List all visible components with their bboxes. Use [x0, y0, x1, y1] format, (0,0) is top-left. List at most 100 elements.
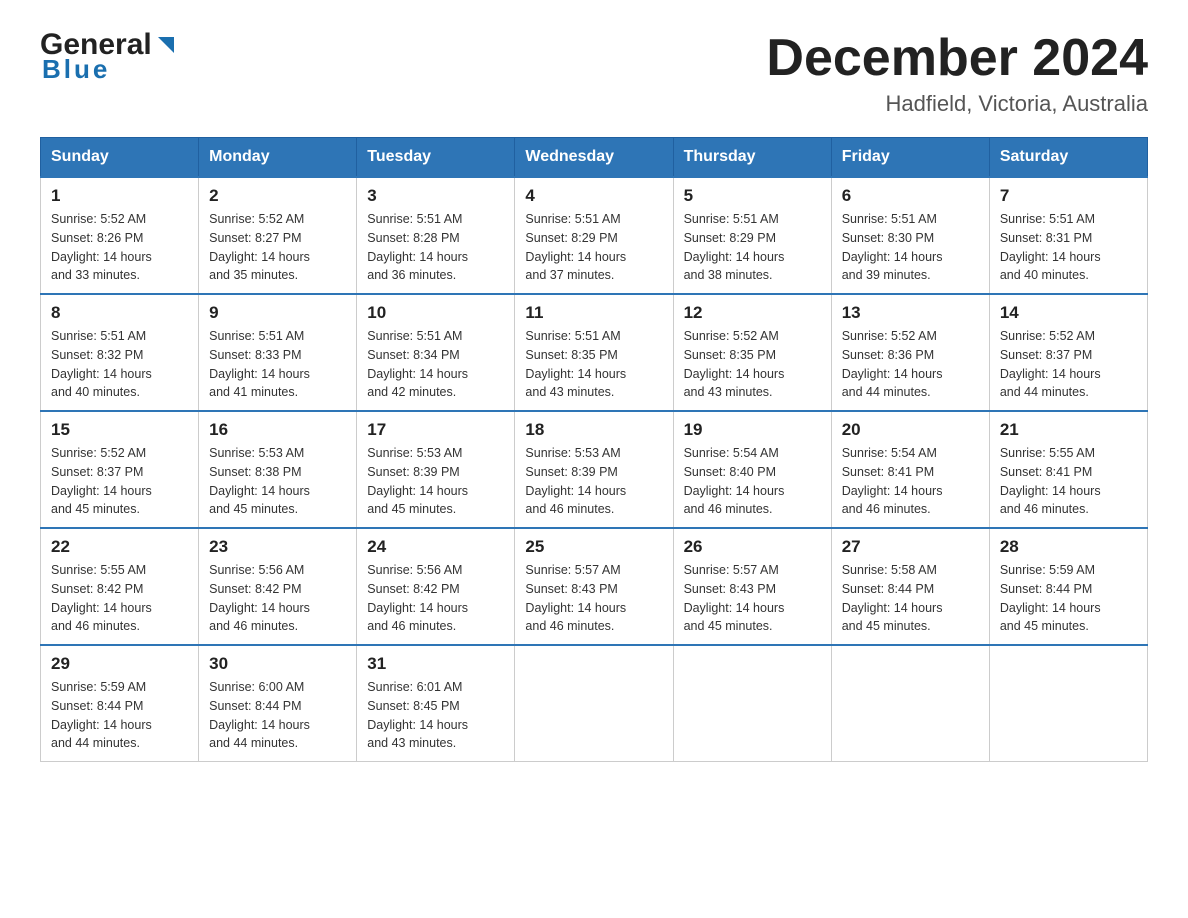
page-subtitle: Hadfield, Victoria, Australia	[766, 91, 1148, 117]
table-row	[831, 645, 989, 762]
header-sunday: Sunday	[41, 138, 199, 178]
table-row: 2 Sunrise: 5:52 AMSunset: 8:27 PMDayligh…	[199, 177, 357, 294]
day-info: Sunrise: 5:52 AMSunset: 8:37 PMDaylight:…	[51, 446, 152, 516]
day-info: Sunrise: 5:56 AMSunset: 8:42 PMDaylight:…	[209, 563, 310, 633]
logo-triangle-icon	[152, 31, 180, 59]
header-monday: Monday	[199, 138, 357, 178]
day-info: Sunrise: 6:00 AMSunset: 8:44 PMDaylight:…	[209, 680, 310, 750]
day-number: 9	[209, 303, 346, 323]
logo-blue-text: Blue	[42, 54, 110, 84]
table-row: 15 Sunrise: 5:52 AMSunset: 8:37 PMDaylig…	[41, 411, 199, 528]
day-info: Sunrise: 5:52 AMSunset: 8:37 PMDaylight:…	[1000, 329, 1101, 399]
day-number: 30	[209, 654, 346, 674]
day-info: Sunrise: 5:55 AMSunset: 8:41 PMDaylight:…	[1000, 446, 1101, 516]
day-info: Sunrise: 5:52 AMSunset: 8:36 PMDaylight:…	[842, 329, 943, 399]
header-wednesday: Wednesday	[515, 138, 673, 178]
day-info: Sunrise: 5:53 AMSunset: 8:39 PMDaylight:…	[525, 446, 626, 516]
header-friday: Friday	[831, 138, 989, 178]
table-row: 16 Sunrise: 5:53 AMSunset: 8:38 PMDaylig…	[199, 411, 357, 528]
day-number: 8	[51, 303, 188, 323]
day-info: Sunrise: 5:54 AMSunset: 8:40 PMDaylight:…	[684, 446, 785, 516]
day-info: Sunrise: 5:51 AMSunset: 8:29 PMDaylight:…	[684, 212, 785, 282]
calendar-week-row: 22 Sunrise: 5:55 AMSunset: 8:42 PMDaylig…	[41, 528, 1148, 645]
day-info: Sunrise: 5:55 AMSunset: 8:42 PMDaylight:…	[51, 563, 152, 633]
day-info: Sunrise: 5:53 AMSunset: 8:38 PMDaylight:…	[209, 446, 310, 516]
day-info: Sunrise: 5:52 AMSunset: 8:27 PMDaylight:…	[209, 212, 310, 282]
day-number: 21	[1000, 420, 1137, 440]
table-row: 21 Sunrise: 5:55 AMSunset: 8:41 PMDaylig…	[989, 411, 1147, 528]
day-number: 5	[684, 186, 821, 206]
day-info: Sunrise: 5:59 AMSunset: 8:44 PMDaylight:…	[1000, 563, 1101, 633]
header-saturday: Saturday	[989, 138, 1147, 178]
day-info: Sunrise: 5:54 AMSunset: 8:41 PMDaylight:…	[842, 446, 943, 516]
day-number: 28	[1000, 537, 1137, 557]
table-row: 9 Sunrise: 5:51 AMSunset: 8:33 PMDayligh…	[199, 294, 357, 411]
day-info: Sunrise: 6:01 AMSunset: 8:45 PMDaylight:…	[367, 680, 468, 750]
day-number: 19	[684, 420, 821, 440]
table-row: 30 Sunrise: 6:00 AMSunset: 8:44 PMDaylig…	[199, 645, 357, 762]
day-info: Sunrise: 5:51 AMSunset: 8:30 PMDaylight:…	[842, 212, 943, 282]
table-row: 18 Sunrise: 5:53 AMSunset: 8:39 PMDaylig…	[515, 411, 673, 528]
day-number: 26	[684, 537, 821, 557]
day-info: Sunrise: 5:52 AMSunset: 8:35 PMDaylight:…	[684, 329, 785, 399]
table-row: 25 Sunrise: 5:57 AMSunset: 8:43 PMDaylig…	[515, 528, 673, 645]
table-row: 5 Sunrise: 5:51 AMSunset: 8:29 PMDayligh…	[673, 177, 831, 294]
day-number: 7	[1000, 186, 1137, 206]
table-row: 4 Sunrise: 5:51 AMSunset: 8:29 PMDayligh…	[515, 177, 673, 294]
calendar-week-row: 29 Sunrise: 5:59 AMSunset: 8:44 PMDaylig…	[41, 645, 1148, 762]
table-row: 3 Sunrise: 5:51 AMSunset: 8:28 PMDayligh…	[357, 177, 515, 294]
day-number: 27	[842, 537, 979, 557]
calendar-header-row: Sunday Monday Tuesday Wednesday Thursday…	[41, 138, 1148, 178]
day-info: Sunrise: 5:57 AMSunset: 8:43 PMDaylight:…	[525, 563, 626, 633]
table-row: 26 Sunrise: 5:57 AMSunset: 8:43 PMDaylig…	[673, 528, 831, 645]
day-info: Sunrise: 5:51 AMSunset: 8:35 PMDaylight:…	[525, 329, 626, 399]
table-row: 19 Sunrise: 5:54 AMSunset: 8:40 PMDaylig…	[673, 411, 831, 528]
day-info: Sunrise: 5:51 AMSunset: 8:28 PMDaylight:…	[367, 212, 468, 282]
day-info: Sunrise: 5:51 AMSunset: 8:34 PMDaylight:…	[367, 329, 468, 399]
day-info: Sunrise: 5:51 AMSunset: 8:33 PMDaylight:…	[209, 329, 310, 399]
day-number: 25	[525, 537, 662, 557]
table-row: 27 Sunrise: 5:58 AMSunset: 8:44 PMDaylig…	[831, 528, 989, 645]
table-row: 13 Sunrise: 5:52 AMSunset: 8:36 PMDaylig…	[831, 294, 989, 411]
calendar-week-row: 15 Sunrise: 5:52 AMSunset: 8:37 PMDaylig…	[41, 411, 1148, 528]
table-row: 28 Sunrise: 5:59 AMSunset: 8:44 PMDaylig…	[989, 528, 1147, 645]
day-info: Sunrise: 5:57 AMSunset: 8:43 PMDaylight:…	[684, 563, 785, 633]
day-number: 23	[209, 537, 346, 557]
day-info: Sunrise: 5:51 AMSunset: 8:29 PMDaylight:…	[525, 212, 626, 282]
table-row: 24 Sunrise: 5:56 AMSunset: 8:42 PMDaylig…	[357, 528, 515, 645]
table-row: 20 Sunrise: 5:54 AMSunset: 8:41 PMDaylig…	[831, 411, 989, 528]
day-info: Sunrise: 5:53 AMSunset: 8:39 PMDaylight:…	[367, 446, 468, 516]
table-row: 22 Sunrise: 5:55 AMSunset: 8:42 PMDaylig…	[41, 528, 199, 645]
page-header: General Blue December 2024 Hadfield, Vic…	[40, 30, 1148, 117]
day-info: Sunrise: 5:52 AMSunset: 8:26 PMDaylight:…	[51, 212, 152, 282]
day-info: Sunrise: 5:56 AMSunset: 8:42 PMDaylight:…	[367, 563, 468, 633]
day-number: 4	[525, 186, 662, 206]
header-thursday: Thursday	[673, 138, 831, 178]
day-number: 15	[51, 420, 188, 440]
table-row: 31 Sunrise: 6:01 AMSunset: 8:45 PMDaylig…	[357, 645, 515, 762]
day-number: 12	[684, 303, 821, 323]
day-number: 13	[842, 303, 979, 323]
day-number: 16	[209, 420, 346, 440]
table-row: 17 Sunrise: 5:53 AMSunset: 8:39 PMDaylig…	[357, 411, 515, 528]
title-block: December 2024 Hadfield, Victoria, Austra…	[766, 30, 1148, 117]
day-number: 1	[51, 186, 188, 206]
day-number: 31	[367, 654, 504, 674]
day-info: Sunrise: 5:51 AMSunset: 8:31 PMDaylight:…	[1000, 212, 1101, 282]
table-row: 1 Sunrise: 5:52 AMSunset: 8:26 PMDayligh…	[41, 177, 199, 294]
table-row: 10 Sunrise: 5:51 AMSunset: 8:34 PMDaylig…	[357, 294, 515, 411]
table-row	[515, 645, 673, 762]
day-number: 14	[1000, 303, 1137, 323]
calendar-table: Sunday Monday Tuesday Wednesday Thursday…	[40, 137, 1148, 762]
day-number: 22	[51, 537, 188, 557]
table-row	[989, 645, 1147, 762]
header-tuesday: Tuesday	[357, 138, 515, 178]
day-number: 24	[367, 537, 504, 557]
day-number: 29	[51, 654, 188, 674]
table-row: 6 Sunrise: 5:51 AMSunset: 8:30 PMDayligh…	[831, 177, 989, 294]
table-row: 12 Sunrise: 5:52 AMSunset: 8:35 PMDaylig…	[673, 294, 831, 411]
table-row: 29 Sunrise: 5:59 AMSunset: 8:44 PMDaylig…	[41, 645, 199, 762]
day-number: 18	[525, 420, 662, 440]
table-row: 7 Sunrise: 5:51 AMSunset: 8:31 PMDayligh…	[989, 177, 1147, 294]
day-number: 11	[525, 303, 662, 323]
